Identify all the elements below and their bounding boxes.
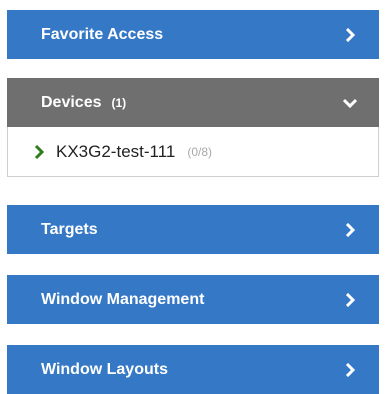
device-name: KX3G2-test-111 bbox=[56, 141, 176, 161]
devices-label: Devices bbox=[41, 93, 102, 111]
targets-label: Targets bbox=[41, 220, 98, 238]
favorite-access-panel: Favorite Access bbox=[7, 10, 379, 59]
device-list: KX3G2-test-111 (0/8) bbox=[7, 127, 379, 177]
window-management-header[interactable]: Window Management bbox=[7, 275, 379, 324]
targets-panel: Targets bbox=[7, 205, 379, 254]
window-management-panel: Window Management bbox=[7, 275, 379, 324]
window-management-label: Window Management bbox=[41, 290, 205, 308]
devices-header[interactable]: Devices (1) bbox=[7, 78, 379, 127]
chevron-right-icon bbox=[343, 292, 357, 307]
chevron-right-icon bbox=[343, 27, 357, 42]
device-chevron-icon[interactable] bbox=[34, 144, 46, 159]
device-item[interactable]: KX3G2-test-111 (0/8) bbox=[34, 142, 212, 162]
favorite-access-label: Favorite Access bbox=[41, 25, 164, 43]
chevron-right-icon bbox=[343, 222, 357, 237]
chevron-right-icon bbox=[343, 362, 357, 377]
device-status: (0/8) bbox=[187, 144, 213, 159]
devices-count: (1) bbox=[111, 95, 127, 110]
targets-header[interactable]: Targets bbox=[7, 205, 379, 254]
favorite-access-header[interactable]: Favorite Access bbox=[7, 10, 379, 59]
devices-panel: Devices (1) KX3G2-test-111 (0/8) bbox=[7, 78, 379, 177]
window-layouts-panel: Window Layouts bbox=[7, 345, 379, 394]
chevron-down-icon bbox=[343, 96, 357, 110]
window-layouts-label: Window Layouts bbox=[41, 360, 168, 378]
devices-title: Devices (1) bbox=[41, 94, 126, 112]
window-layouts-header[interactable]: Window Layouts bbox=[7, 345, 379, 394]
